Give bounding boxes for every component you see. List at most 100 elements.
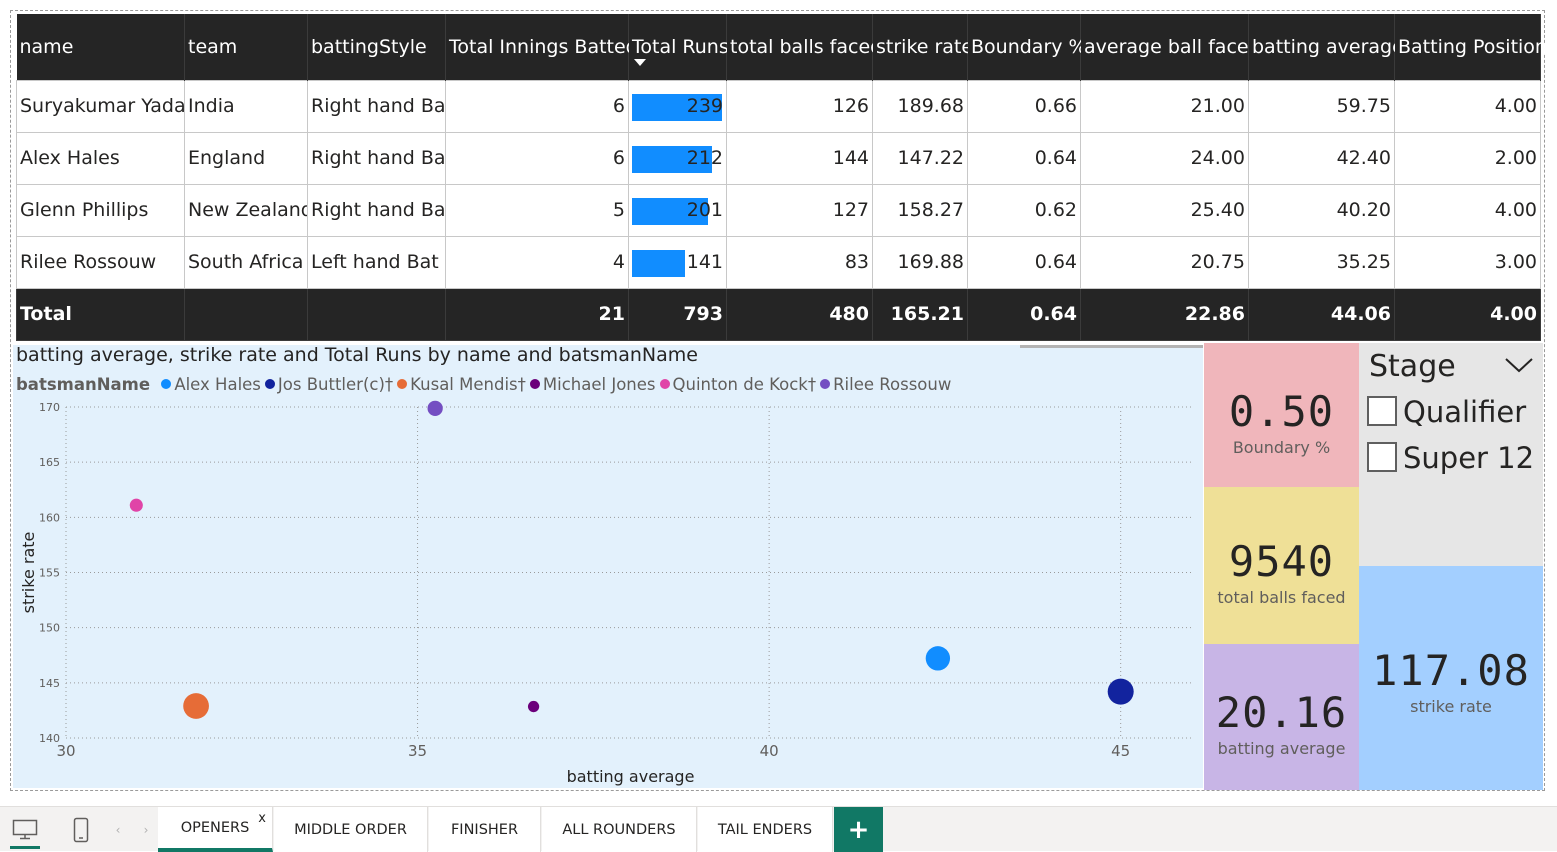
kpi-card-strike-rate[interactable]: 117.08 strike rate	[1359, 566, 1543, 790]
col-header-team[interactable]: team	[184, 14, 308, 80]
chevron-right-icon[interactable]: ›	[138, 807, 154, 852]
legend-item[interactable]: Rilee Rossouw	[820, 375, 951, 394]
x-axis-title: batting average	[567, 767, 695, 786]
y-tick-label: 165	[39, 456, 60, 469]
cell-team: South Africa	[184, 235, 308, 289]
desktop-icon[interactable]	[8, 807, 42, 852]
kpi-sr-value: 117.08	[1372, 646, 1530, 695]
cell-innings: 4	[445, 235, 629, 289]
col-header-batting-style[interactable]: battingStyle	[307, 14, 446, 80]
col-header-total-runs[interactable]: Total Runs	[628, 14, 729, 80]
cell-balls-faced: 127	[726, 183, 873, 237]
cell-batting-average: 59.75	[1248, 79, 1395, 133]
sort-descending-icon[interactable]	[634, 58, 646, 66]
slicer-option-super12[interactable]: Super 12	[1367, 441, 1534, 475]
batting-table: name team battingStyle Total Innings Bat…	[16, 14, 1547, 341]
kpi-sr-label: strike rate	[1410, 697, 1492, 716]
cell-boundary-pct: 0.64	[967, 131, 1081, 185]
total-player-name: Total	[16, 287, 185, 341]
cell-balls-faced: 83	[726, 235, 873, 289]
cell-innings: 5	[445, 183, 629, 237]
legend-label: Michael Jones	[542, 375, 656, 394]
legend-item[interactable]: Alex Hales	[161, 375, 261, 394]
legend-item[interactable]: Kusal Mendis†	[397, 375, 526, 394]
cell-batting-position: 4.00	[1394, 183, 1541, 237]
legend-item[interactable]: Jos Buttler(c)†	[264, 375, 394, 394]
cell-team: India	[184, 79, 308, 133]
tab-tail-enders[interactable]: TAIL ENDERS	[698, 807, 833, 852]
tab-label: ALL ROUNDERS	[562, 821, 676, 838]
table-row[interactable]: Glenn Phillips New Zealand Right hand Bat 5…	[16, 183, 1541, 237]
total-batting-style	[307, 287, 446, 341]
table-row[interactable]: Suryakumar Yadav India Right hand Bat 6 239 1…	[16, 79, 1541, 133]
cell-batting-average: 42.40	[1248, 131, 1395, 185]
chart-header-line	[1020, 345, 1203, 348]
total-avg-ball-faced: 22.86	[1080, 287, 1249, 341]
legend-dot-icon	[529, 379, 540, 389]
col-header-balls-faced[interactable]: total balls faced	[726, 14, 882, 80]
cell-balls-faced: 144	[726, 131, 873, 185]
scatter-point[interactable]	[1107, 678, 1134, 705]
col-header-boundary[interactable]: Boundary %	[967, 14, 1087, 80]
tab-finisher[interactable]: FINISHER	[429, 807, 541, 852]
table-row[interactable]: Rilee Rossouw South Africa Left hand Bat 4 1…	[16, 235, 1541, 289]
kpi-card-boundary[interactable]: 0.50 Boundary %	[1204, 343, 1359, 487]
kpi-boundary-value: 0.50	[1228, 387, 1335, 436]
total-total-runs: 793	[628, 287, 727, 341]
total-batting-average: 44.06	[1248, 287, 1395, 341]
tab-all-rounders[interactable]: ALL ROUNDERS	[542, 807, 697, 852]
legend-label: Jos Buttler(c)†	[277, 375, 394, 394]
x-tick-label: 40	[760, 742, 779, 760]
slicer-option-qualifier[interactable]: Qualifier	[1367, 395, 1526, 429]
col-header-batting-avg[interactable]: batting average	[1248, 14, 1404, 80]
col-header-name[interactable]: name	[16, 14, 185, 80]
chevron-left-icon[interactable]: ‹	[110, 807, 126, 852]
tab-label: MIDDLE ORDER	[294, 821, 407, 838]
cell-batting-style: Right hand Bat	[307, 183, 446, 237]
cell-player-name: Glenn Phillips	[16, 183, 185, 237]
col-header-avg-ball[interactable]: average ball faced	[1080, 14, 1261, 80]
kpi-card-balls-faced[interactable]: 9540 total balls faced	[1204, 487, 1359, 644]
cell-batting-position: 4.00	[1394, 79, 1541, 133]
col-header-innings[interactable]: Total Innings Batted	[445, 14, 638, 80]
scatter-point[interactable]	[427, 400, 443, 416]
legend-item[interactable]: Quinton de Kock†	[659, 375, 816, 394]
slicer-title: Stage	[1369, 349, 1456, 384]
table-total-row: Total 21 793 480 165.21 0.64 22.86 44.06 4.00	[16, 287, 1541, 341]
cell-batting-average: 40.20	[1248, 183, 1395, 237]
scatter-point[interactable]	[925, 646, 951, 671]
slicer-option-label: Qualifier	[1403, 395, 1527, 429]
checkbox-qualifier[interactable]	[1367, 396, 1397, 426]
scatter-point[interactable]	[527, 700, 540, 713]
cell-balls-faced: 126	[726, 79, 873, 133]
col-header-batting-position[interactable]: Batting Position	[1394, 14, 1547, 80]
cell-strike-rate: 169.88	[872, 235, 968, 289]
col-header-total-runs-label: Total Runs	[632, 35, 729, 58]
tab-openers[interactable]: OPENERS x	[158, 807, 273, 852]
scatter-plot[interactable]: 14014515015516016517030 35 40 45batting ave…	[13, 395, 1203, 790]
phone-icon[interactable]	[66, 807, 96, 852]
cell-avg-ball-faced: 20.75	[1080, 235, 1249, 289]
col-header-strike-rate[interactable]: strike rate	[872, 14, 973, 80]
add-page-button[interactable]: +	[834, 807, 883, 852]
runs-data-bar	[632, 249, 686, 277]
x-tick-label: 45	[1111, 742, 1130, 760]
runs-label: 201	[686, 199, 723, 221]
chevron-down-icon[interactable]	[1504, 355, 1534, 375]
cell-team: England	[184, 131, 308, 185]
table-row[interactable]: Alex Hales England Right hand Bat 6 212 144 14…	[16, 131, 1541, 185]
legend-dot-icon	[264, 379, 275, 389]
close-icon[interactable]: x	[258, 811, 266, 826]
scatter-point[interactable]	[129, 498, 143, 512]
kpi-card-batting-average[interactable]: 20.16 batting average	[1204, 644, 1359, 790]
tab-middle-order[interactable]: MIDDLE ORDER	[274, 807, 428, 852]
total-team	[184, 287, 308, 341]
total-boundary-pct: 0.64	[967, 287, 1081, 341]
cell-boundary-pct: 0.66	[967, 79, 1081, 133]
cell-player-name: Rilee Rossouw	[16, 235, 185, 289]
scatter-point[interactable]	[183, 693, 209, 719]
legend-item[interactable]: Michael Jones	[529, 375, 656, 394]
cell-boundary-pct: 0.64	[967, 235, 1081, 289]
cell-strike-rate: 158.27	[872, 183, 968, 237]
checkbox-super12[interactable]	[1367, 442, 1397, 472]
